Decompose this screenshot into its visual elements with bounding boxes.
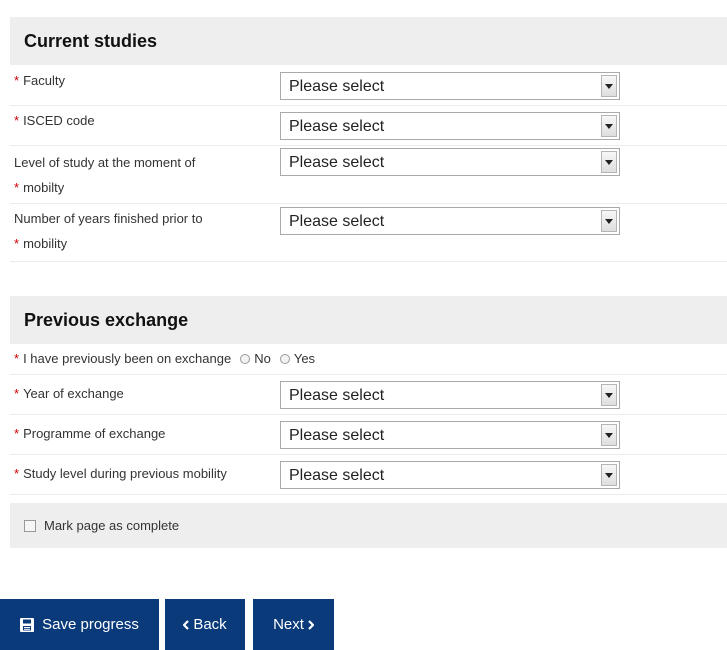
study-level-previous-label: * Study level during previous mobility xyxy=(14,466,227,481)
chevron-down-icon xyxy=(601,384,617,406)
year-of-exchange-label: * Year of exchange xyxy=(14,386,124,401)
chevron-down-icon xyxy=(601,151,617,173)
years-finished-select-value: Please select xyxy=(289,213,385,230)
previous-exchange-section: Previous exchange xyxy=(10,296,727,344)
previous-exchange-heading: Previous exchange xyxy=(10,296,727,344)
back-button[interactable]: Back xyxy=(165,599,245,650)
faculty-label: * Faculty xyxy=(14,73,65,88)
save-icon xyxy=(20,617,35,632)
previous-exchange-question: * I have previously been on exchange No Y… xyxy=(14,346,514,371)
chevron-down-icon xyxy=(601,464,617,486)
level-of-study-row: Level of study at the moment of * mobilty… xyxy=(10,146,727,204)
programme-of-exchange-select[interactable]: Please select xyxy=(280,421,620,449)
programme-of-exchange-row: * Programme of exchange Please select xyxy=(10,415,727,455)
faculty-select[interactable]: Please select xyxy=(280,72,620,100)
radio-no-input[interactable] xyxy=(240,353,251,364)
required-asterisk: * xyxy=(14,386,20,401)
previous-exchange-question-label: I have previously been on exchange xyxy=(23,351,232,366)
save-progress-label: Save progress xyxy=(42,616,139,633)
chevron-down-icon xyxy=(601,210,617,232)
chevron-down-icon xyxy=(601,424,617,446)
radio-yes-input[interactable] xyxy=(279,353,290,364)
isced-row: * ISCED code Please select xyxy=(10,106,727,146)
faculty-select-value: Please select xyxy=(289,78,385,95)
current-studies-heading: Current studies xyxy=(10,17,727,65)
chevron-down-icon xyxy=(601,115,617,137)
faculty-row: * Faculty Please select xyxy=(10,66,727,106)
required-asterisk: * xyxy=(14,236,20,251)
required-asterisk: * xyxy=(14,73,20,88)
radio-yes-label: Yes xyxy=(293,351,316,366)
required-asterisk: * xyxy=(14,466,20,481)
level-of-study-select-value: Please select xyxy=(289,154,385,171)
back-label: Back xyxy=(193,616,227,633)
programme-of-exchange-select-value: Please select xyxy=(289,427,385,444)
isced-select-value: Please select xyxy=(289,118,385,135)
chevron-down-icon xyxy=(601,75,617,97)
mark-complete-checkbox[interactable] xyxy=(24,519,36,532)
next-button[interactable]: Next xyxy=(253,599,334,650)
study-level-previous-select[interactable]: Please select xyxy=(280,461,620,489)
isced-label: * ISCED code xyxy=(14,113,95,128)
isced-select[interactable]: Please select xyxy=(280,112,620,140)
chevron-left-icon xyxy=(183,619,190,630)
required-asterisk: * xyxy=(14,113,20,128)
year-of-exchange-row: * Year of exchange Please select xyxy=(10,375,727,415)
year-of-exchange-select[interactable]: Please select xyxy=(280,381,620,409)
study-level-previous-select-value: Please select xyxy=(289,467,385,484)
programme-of-exchange-label: * Programme of exchange xyxy=(14,426,166,441)
years-finished-label: Number of years finished prior to * mobil… xyxy=(14,211,203,251)
required-asterisk: * xyxy=(14,180,20,195)
chevron-right-icon xyxy=(308,619,314,630)
years-finished-row: Number of years finished prior to * mobil… xyxy=(10,204,727,262)
required-asterisk: * xyxy=(14,426,20,441)
year-of-exchange-select-value: Please select xyxy=(289,387,385,404)
radio-yes[interactable]: Yes xyxy=(274,346,315,371)
next-label: Next xyxy=(273,616,304,633)
required-asterisk: * xyxy=(14,351,20,366)
radio-no[interactable]: No xyxy=(234,346,271,371)
save-progress-button[interactable]: Save progress xyxy=(0,599,159,650)
mark-complete-label[interactable]: Mark page as complete xyxy=(44,518,179,533)
current-studies-section: Current studies xyxy=(10,17,727,65)
previous-exchange-question-row: * I have previously been on exchange No Y… xyxy=(10,345,727,375)
years-finished-select[interactable]: Please select xyxy=(280,207,620,235)
level-of-study-select[interactable]: Please select xyxy=(280,148,620,176)
level-of-study-label: Level of study at the moment of * mobilty xyxy=(14,155,196,195)
mark-complete-bar: Mark page as complete xyxy=(10,503,727,548)
radio-no-label: No xyxy=(254,351,271,366)
study-level-previous-row: * Study level during previous mobility Pl… xyxy=(10,455,727,495)
